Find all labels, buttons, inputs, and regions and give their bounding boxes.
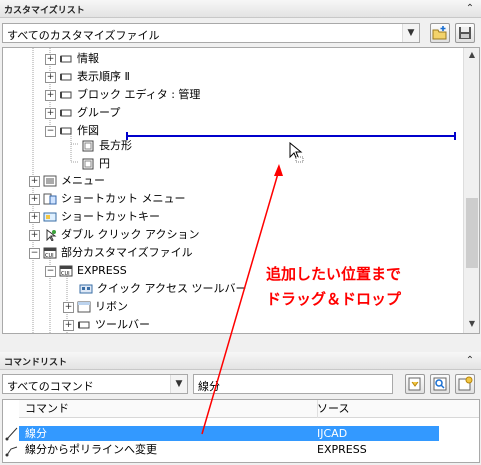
arrow-head-icon	[274, 164, 283, 176]
annotation-arrow	[201, 164, 283, 435]
